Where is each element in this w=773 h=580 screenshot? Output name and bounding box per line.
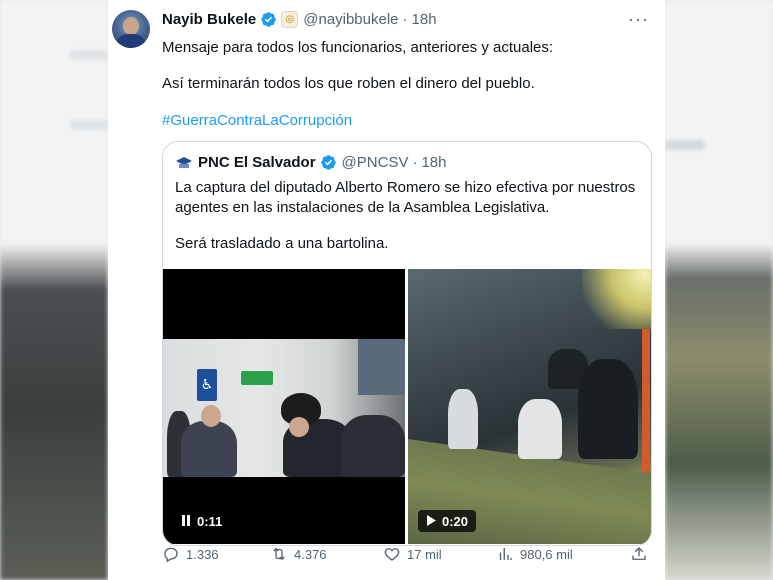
quoted-header: PNC El Salvador @PNCSV · 18h [175, 154, 447, 171]
exit-sign-icon [241, 371, 273, 385]
person-figure [341, 415, 405, 477]
timestamp[interactable]: 18h [412, 11, 437, 28]
reply-count: 1.336 [186, 546, 219, 562]
pause-icon[interactable] [181, 514, 191, 529]
repost-icon [273, 547, 285, 561]
person-figure [448, 389, 478, 449]
video-frame [408, 269, 651, 544]
blurred-background-left [0, 0, 108, 580]
video-duration-badge: 0:20 [418, 510, 477, 532]
affiliation-badge-icon[interactable]: ◎ [281, 11, 299, 28]
quoted-text-line: agentes en las instalaciones de la Asamb… [175, 199, 550, 216]
more-options-icon[interactable]: ··· [628, 9, 649, 30]
tweet-text-line: Mensaje para todos los funcionarios, ant… [162, 39, 554, 56]
views-button[interactable]: 980,6 mil [496, 545, 573, 563]
accessibility-sign-icon: ♿ [197, 369, 217, 401]
author-name[interactable]: Nayib Bukele [162, 11, 256, 28]
repost-button[interactable]: 4.376 [270, 545, 327, 563]
video-duration: 0:11 [197, 513, 223, 529]
hashtag-link[interactable]: #GuerraContraLaCorrupción [162, 111, 352, 131]
quoted-timestamp[interactable]: 18h [421, 154, 446, 171]
blur-shape [70, 50, 108, 60]
pnc-logo-icon [175, 156, 193, 170]
share-icon [632, 547, 646, 560]
person-head [289, 417, 309, 437]
like-count: 17 mil [407, 546, 442, 562]
person-figure [518, 399, 562, 459]
video-duration: 0:20 [442, 513, 469, 529]
view-count: 980,6 mil [520, 546, 573, 562]
reply-icon [164, 547, 178, 563]
views-chart-icon [499, 548, 512, 560]
quoted-tweet[interactable]: PNC El Salvador @PNCSV · 18h La captura … [162, 141, 652, 546]
video-duration-badge: 0:11 [173, 510, 231, 532]
avatar-face [123, 17, 139, 35]
share-button[interactable] [630, 545, 648, 563]
quoted-handle[interactable]: @PNCSV [342, 154, 409, 171]
play-icon[interactable] [426, 514, 436, 529]
quoted-author-name[interactable]: PNC El Salvador [198, 154, 316, 171]
orange-stripe [642, 329, 650, 489]
tweet-header: Nayib Bukele ◎ @nayibbukele · 18h [162, 11, 437, 28]
verified-badge-icon [260, 11, 277, 28]
person-head [201, 405, 221, 427]
blur-shape [665, 140, 705, 150]
light-glow [582, 269, 651, 329]
separator-dot: · [402, 11, 408, 28]
tweet-card[interactable]: Nayib Bukele ◎ @nayibbukele · 18h ··· Me… [108, 0, 665, 580]
separator-dot: · [412, 154, 418, 171]
quoted-text-line: Será trasladado a una bartolina. [175, 235, 389, 252]
like-button[interactable]: 17 mil [383, 545, 442, 563]
video-player[interactable]: 0:20 [408, 269, 651, 544]
background-object [358, 339, 405, 395]
avatar[interactable] [112, 10, 150, 48]
reply-button[interactable]: 1.336 [162, 545, 219, 563]
repost-count: 4.376 [294, 546, 327, 562]
blurred-background-right [665, 0, 773, 580]
author-handle[interactable]: @nayibbukele [303, 11, 398, 28]
video-player[interactable]: ♿ 0:11 [163, 269, 405, 544]
blur-shape [70, 120, 108, 130]
person-figure [181, 421, 237, 477]
quoted-text-line: La captura del diputado Alberto Romero s… [175, 179, 636, 196]
video-frame: ♿ [163, 339, 405, 477]
tweet-text-line: Así terminarán todos los que roben el di… [162, 75, 535, 92]
person-figure [578, 359, 638, 459]
heart-icon [384, 548, 400, 561]
avatar-body [116, 34, 146, 48]
verified-badge-icon [320, 154, 337, 171]
